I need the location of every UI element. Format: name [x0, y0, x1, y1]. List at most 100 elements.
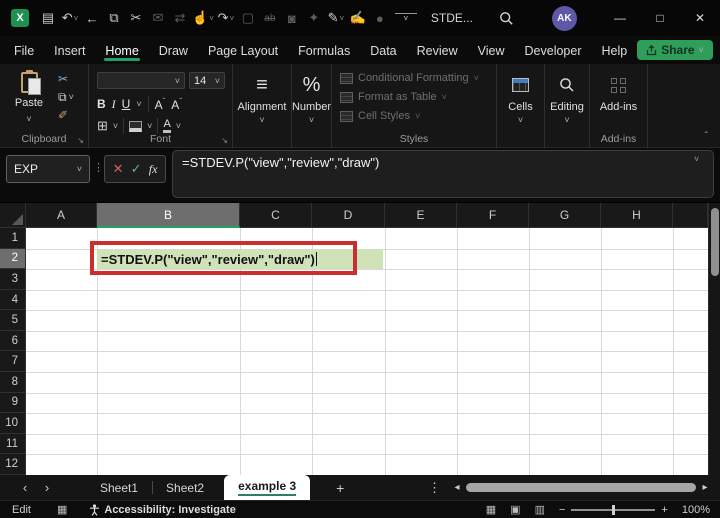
row-header-9[interactable]: 9	[0, 392, 26, 414]
normal-view-icon[interactable]: ▦	[486, 503, 496, 516]
strikethrough-icon[interactable]: ab	[259, 6, 281, 30]
minimize-button[interactable]: —	[600, 0, 640, 36]
sheet-options-icon[interactable]: ⋮	[428, 480, 441, 496]
menu-tab-help[interactable]: Help	[592, 39, 638, 61]
column-header-f[interactable]: F	[457, 203, 529, 228]
column-header-e[interactable]: E	[385, 203, 457, 228]
row-header-7[interactable]: 7	[0, 351, 26, 373]
ink-pen-icon[interactable]: ✎ ˅	[325, 6, 347, 30]
menu-tab-page-layout[interactable]: Page Layout	[198, 39, 288, 61]
scroll-left-icon[interactable]: ◂	[450, 482, 464, 493]
touch-mode-icon[interactable]: ☝ ˅	[191, 6, 215, 30]
bold-button[interactable]: B	[97, 97, 106, 111]
font-name-combo[interactable]: ˅	[97, 72, 185, 89]
share-button[interactable]: Share ˅	[637, 40, 713, 60]
close-button[interactable]: ✕	[680, 0, 720, 36]
increase-font-button[interactable]: Aˆ	[155, 97, 166, 112]
cell-styles-button[interactable]: Cell Styles ˅	[340, 109, 479, 123]
enter-button[interactable]: ✓	[131, 161, 142, 177]
worksheet-grid[interactable]: ABCDEFGH 1 2 3 4 5 6 7 8 9 10 11 12 =STDEV.P("view"…	[0, 202, 720, 476]
camera-icon[interactable]: ◙	[281, 6, 303, 30]
insert-function-button[interactable]: fx	[149, 162, 158, 177]
menu-tab-home[interactable]: Home	[95, 39, 148, 61]
maximize-button[interactable]: □	[640, 0, 680, 36]
column-header-g[interactable]: G	[529, 203, 601, 228]
row-header-6[interactable]: 6	[0, 330, 26, 352]
zoom-in-button[interactable]: +	[661, 504, 667, 516]
next-sheet-button[interactable]: ›	[36, 480, 58, 495]
row-header-1[interactable]: 1	[0, 228, 26, 249]
cut-icon[interactable]: ✂	[125, 6, 147, 30]
certificate-icon[interactable]: ✦	[303, 6, 325, 30]
conditional-formatting-button[interactable]: Conditional Formatting ˅	[340, 71, 479, 85]
cells-group-button[interactable]: Cells ˅	[497, 64, 545, 148]
account-avatar[interactable]: AK	[551, 5, 577, 31]
clipboard-dialog-launcher-icon[interactable]: ↘	[77, 136, 84, 145]
row-header-11[interactable]: 11	[0, 433, 26, 455]
excel-logo-icon[interactable]: X	[11, 9, 29, 27]
macro-record-icon[interactable]: ▦	[57, 503, 67, 516]
vertical-scrollbar[interactable]	[708, 203, 720, 476]
select-all-corner[interactable]	[0, 203, 26, 228]
paste-button[interactable]: Paste ˅	[12, 70, 46, 127]
vertical-scrollbar-thumb[interactable]	[711, 208, 719, 276]
column-header-c[interactable]: C	[240, 203, 312, 228]
row-header-10[interactable]: 10	[0, 413, 26, 434]
menu-tab-developer[interactable]: Developer	[515, 39, 592, 61]
back-icon[interactable]: ←	[81, 6, 103, 30]
decrease-font-button[interactable]: Aˇ	[171, 97, 182, 112]
menu-tab-view[interactable]: View	[468, 39, 515, 61]
row-header-12[interactable]: 12	[0, 454, 26, 475]
zoom-percentage[interactable]: 100%	[682, 504, 710, 516]
row-header-3[interactable]: 3	[0, 269, 26, 290]
copy-icon[interactable]: ⧉	[103, 6, 125, 30]
borders-button[interactable]: ⊞	[97, 118, 108, 134]
collapse-ribbon-icon[interactable]: ˆ	[705, 131, 708, 142]
row-header-2[interactable]: 2	[0, 248, 26, 270]
expand-formula-bar-icon[interactable]: ˅	[694, 154, 699, 164]
editing-group-button[interactable]: Editing ˅	[545, 64, 590, 148]
format-painter-button[interactable]: ✐	[58, 108, 68, 122]
replace-icon[interactable]: ⇄	[169, 6, 191, 30]
zoom-track[interactable]	[571, 504, 656, 515]
row-header-5[interactable]: 5	[0, 310, 26, 331]
column-header-blank[interactable]	[673, 203, 708, 228]
mail-pen-icon[interactable]: ✉	[147, 6, 169, 30]
menu-tab-formulas[interactable]: Formulas	[288, 39, 360, 61]
horizontal-scrollbar-thumb[interactable]	[466, 483, 696, 492]
name-box[interactable]: EXP ˅	[6, 155, 90, 183]
column-header-h[interactable]: H	[601, 203, 673, 228]
column-header-d[interactable]: D	[312, 203, 385, 228]
cut-button[interactable]: ✂	[58, 72, 68, 86]
page-break-view-icon[interactable]: ▥	[535, 503, 545, 516]
italic-button[interactable]: I	[112, 97, 116, 112]
formula-input[interactable]: =STDEV.P("view","review","draw")	[172, 150, 714, 198]
column-header-a[interactable]: A	[26, 203, 97, 228]
addins-button[interactable]: Add-ins	[600, 101, 637, 113]
alignment-group-button[interactable]: ≡ Alignment ˅	[233, 64, 292, 148]
horizontal-scrollbar[interactable]: ◂ ▸	[450, 479, 712, 496]
page-layout-view-icon[interactable]: ▣	[510, 503, 520, 516]
copy-button[interactable]: ⧉ ˅	[58, 90, 74, 104]
menu-tab-insert[interactable]: Insert	[44, 39, 95, 61]
font-size-combo[interactable]: 14 ˅	[189, 72, 225, 89]
chevron-down-icon[interactable]: ˅	[113, 121, 118, 131]
new-document-icon[interactable]: ▢	[237, 6, 259, 30]
font-color-button[interactable]: A	[163, 119, 171, 133]
font-dialog-launcher-icon[interactable]: ↘	[221, 136, 228, 145]
row-header-4[interactable]: 4	[0, 289, 26, 311]
scroll-right-icon[interactable]: ▸	[698, 482, 712, 493]
qat-overflow-icon[interactable]: ˅	[394, 13, 417, 23]
row-header-8[interactable]: 8	[0, 372, 26, 393]
cancel-button[interactable]: ✕	[113, 161, 124, 177]
column-header-b[interactable]: B	[97, 203, 240, 228]
menu-tab-file[interactable]: File	[4, 39, 44, 61]
underline-button[interactable]: U	[122, 97, 131, 111]
sheet-tab-example-3[interactable]: example 3	[224, 475, 311, 500]
save-icon[interactable]: ▤	[37, 6, 59, 30]
menu-tab-data[interactable]: Data	[360, 39, 406, 61]
fill-color-icon[interactable]	[129, 120, 143, 132]
undo-icon[interactable]: ↶ ˅	[59, 6, 81, 30]
zoom-out-button[interactable]: −	[559, 504, 565, 516]
chevron-down-icon[interactable]: ˅	[147, 121, 152, 131]
